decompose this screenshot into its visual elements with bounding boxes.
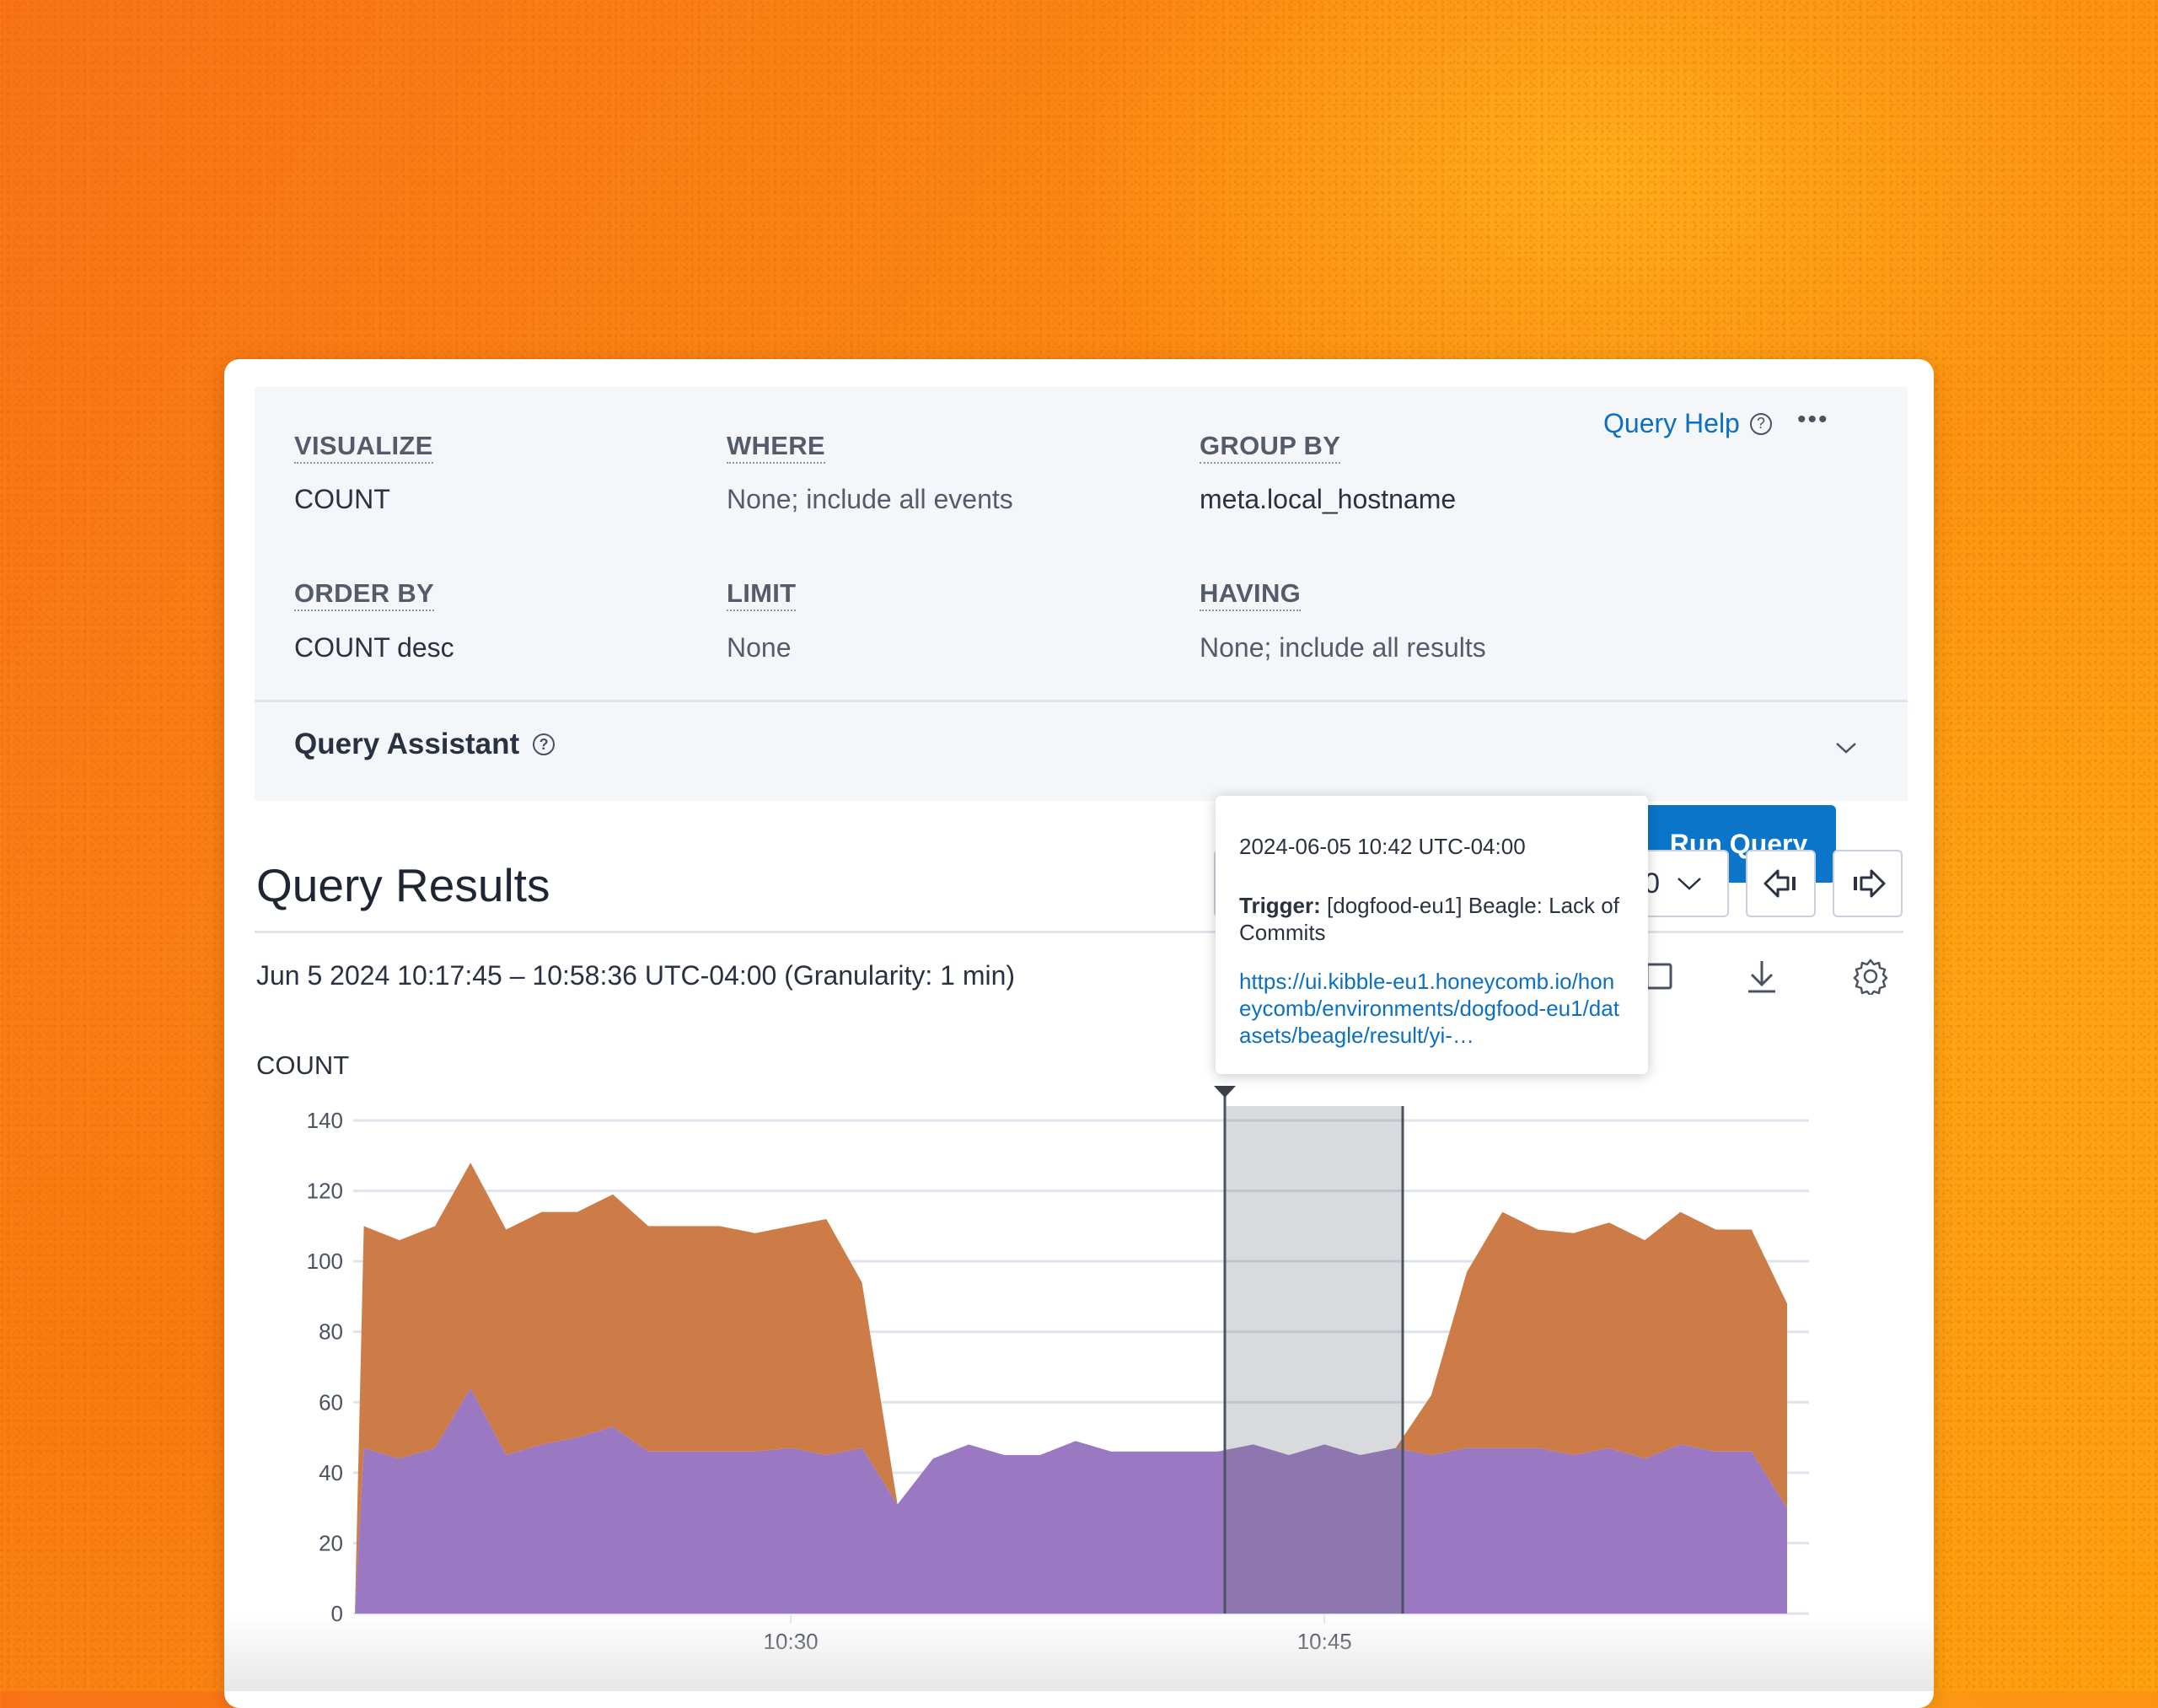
y-tick-label: 20	[319, 1530, 343, 1555]
y-tick-label: 40	[319, 1460, 343, 1485]
tooltip-trigger: Trigger: [dogfood-eu1] Beagle: Lack of C…	[1239, 892, 1624, 946]
tooltip-time: 2024-06-05 10:42 UTC-04:00	[1239, 834, 1526, 859]
annotation-marker-icon	[1214, 1086, 1236, 1098]
annotation-band	[1225, 1106, 1403, 1614]
y-tick-label: 120	[307, 1179, 343, 1204]
tooltip-trigger-label: Trigger:	[1239, 893, 1321, 918]
y-tick-label: 60	[319, 1389, 343, 1415]
y-tick-label: 100	[307, 1249, 343, 1274]
bottom-fade	[224, 1615, 1934, 1691]
query-card: VISUALIZE COUNT WHERE None; include all …	[224, 359, 1934, 1708]
y-tick-label: 80	[319, 1319, 343, 1345]
y-tick-label: 140	[307, 1108, 343, 1133]
annotation-tooltip: 2024-06-05 10:42 UTC-04:00 Trigger: [dog…	[1216, 796, 1648, 1074]
tooltip-link[interactable]: https://ui.kibble-eu1.honeycomb.io/honey…	[1239, 968, 1624, 1049]
count-chart: 020406080100120140 10:3010:45	[307, 1086, 1809, 1654]
